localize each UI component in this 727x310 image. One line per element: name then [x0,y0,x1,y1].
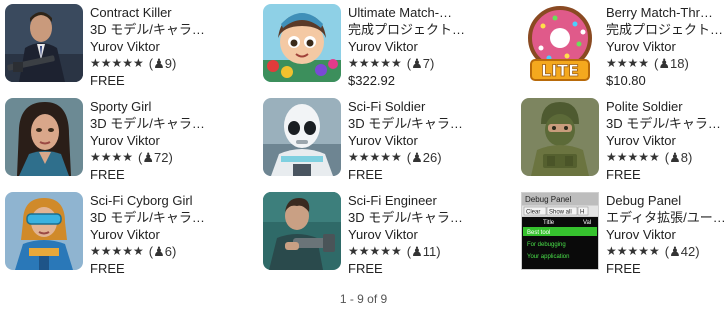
asset-category[interactable]: 3D モデル/キャラ… [90,209,240,226]
asset-author[interactable]: Yurov Viktor [348,132,498,149]
asset-category[interactable]: 完成プロジェクト… [606,21,727,38]
asset-card[interactable]: LITE Berry Match-Thr… 完成プロジェクト… Yurov Vi… [521,4,727,88]
asset-card[interactable]: Sci-Fi Engineer 3D モデル/キャラ… Yurov Viktor… [263,192,503,276]
asset-author[interactable]: Yurov Viktor [606,132,727,149]
asset-author[interactable]: Yurov Viktor [348,226,498,243]
rating-count: (♟7) [406,56,435,71]
debug-tab-clear: Clear [526,210,540,216]
asset-price: FREE [90,261,125,276]
asset-card[interactable]: Sporty Girl 3D モデル/キャラ… Yurov Viktor ★★★… [5,98,245,182]
rating-count: (♟42) [664,244,700,259]
rating: ★★★★★ (♟11) [348,243,498,260]
asset-category[interactable]: 3D モデル/キャラ… [606,115,727,132]
asset-author[interactable]: Yurov Viktor [90,226,240,243]
sci-fi-cyborg-girl-thumbnail[interactable] [5,192,83,270]
rating: ★★★★★ (♟9) [90,55,240,72]
debug-tab-h: H [580,210,584,216]
rating-stars: ★★★★★ [606,150,660,164]
asset-title[interactable]: Sci-Fi Engineer [348,192,498,209]
asset-card[interactable]: Contract Killer 3D モデル/キャラ… Yurov Viktor… [5,4,245,88]
rating-stars: ★★★★★ [90,244,144,258]
asset-title[interactable]: Berry Match-Thr… [606,4,727,21]
asset-price: FREE [90,167,125,182]
rating-count: (♟9) [148,56,177,71]
asset-category[interactable]: 3D モデル/キャラ… [90,21,240,38]
polite-soldier-thumbnail[interactable] [521,98,599,176]
lite-label: LITE [541,61,579,80]
asset-title[interactable]: Polite Soldier [606,98,727,115]
rating-count: (♟8) [664,150,693,165]
asset-title[interactable]: Debug Panel [606,192,727,209]
debug-tab-show-all: Show all [549,210,572,216]
rating-count: (♟72) [138,150,173,165]
asset-price: FREE [606,167,641,182]
asset-grid: Contract Killer 3D モデル/キャラ… Yurov Viktor… [0,0,727,280]
rating-count: (♟6) [148,244,177,259]
debug-col-val: Val [583,220,591,226]
rating-stars: ★★★★ [606,56,650,70]
rating: ★★★★★ (♟42) [606,243,727,260]
contract-killer-thumbnail[interactable] [5,4,83,82]
rating-count: (♟18) [654,56,689,71]
ultimate-match-thumbnail[interactable] [263,4,341,82]
asset-price: FREE [606,261,641,276]
asset-category[interactable]: 完成プロジェクト… [348,21,498,38]
rating-stars: ★★★★★ [348,150,402,164]
sporty-girl-thumbnail[interactable] [5,98,83,176]
asset-author[interactable]: Yurov Viktor [90,38,240,55]
asset-card[interactable]: Debug Panel Clear Show all H Title Val B… [521,192,727,276]
asset-title[interactable]: Sporty Girl [90,98,240,115]
asset-title[interactable]: Contract Killer [90,4,240,21]
asset-title[interactable]: Sci-Fi Soldier [348,98,498,115]
rating-stars: ★★★★★ [606,244,660,258]
asset-price: FREE [348,261,383,276]
debug-row-3: Your application [527,254,569,260]
asset-price: $10.80 [606,73,646,88]
asset-card[interactable]: Sci-Fi Cyborg Girl 3D モデル/キャラ… Yurov Vik… [5,192,245,276]
rating-stars: ★★★★ [90,150,134,164]
rating: ★★★★ (♟72) [90,149,240,166]
asset-card[interactable]: Sci-Fi Soldier 3D モデル/キャラ… Yurov Viktor … [263,98,503,182]
asset-price: FREE [90,73,125,88]
asset-author[interactable]: Yurov Viktor [606,226,727,243]
asset-card[interactable]: Ultimate Match-… 完成プロジェクト… Yurov Viktor … [263,4,503,88]
rating-stars: ★★★★★ [348,244,402,258]
rating-stars: ★★★★★ [348,56,402,70]
rating-count: (♟11) [406,244,441,259]
asset-card[interactable]: Polite Soldier 3D モデル/キャラ… Yurov Viktor … [521,98,727,182]
debug-row-2: For debugging [527,242,566,248]
rating: ★★★★★ (♟8) [606,149,727,166]
debug-panel-header: Debug Panel [525,195,571,204]
pagination-summary: 1 - 9 of 9 [339,292,388,306]
asset-author[interactable]: Yurov Viktor [348,38,498,55]
asset-category[interactable]: 3D モデル/キャラ… [348,115,498,132]
berry-match-lite-thumbnail[interactable]: LITE [521,4,599,82]
rating-stars: ★★★★★ [90,56,144,70]
asset-author[interactable]: Yurov Viktor [606,38,727,55]
asset-price: FREE [348,167,383,182]
asset-title[interactable]: Sci-Fi Cyborg Girl [90,192,240,209]
sci-fi-soldier-thumbnail[interactable] [263,98,341,176]
asset-category[interactable]: エディタ拡張/ユー… [606,209,727,226]
rating: ★★★★★ (♟26) [348,149,498,166]
asset-author[interactable]: Yurov Viktor [90,132,240,149]
rating: ★★★★★ (♟7) [348,55,498,72]
asset-title[interactable]: Ultimate Match-… [348,4,498,21]
asset-price: $322.92 [348,73,395,88]
rating: ★★★★★ (♟6) [90,243,240,260]
debug-panel-thumbnail[interactable]: Debug Panel Clear Show all H Title Val B… [521,192,599,270]
asset-category[interactable]: 3D モデル/キャラ… [348,209,498,226]
debug-col-title: Title [543,220,555,226]
asset-category[interactable]: 3D モデル/キャラ… [90,115,240,132]
debug-row-1: Best tool [527,230,550,236]
sci-fi-engineer-thumbnail[interactable] [263,192,341,270]
rating: ★★★★ (♟18) [606,55,727,72]
rating-count: (♟26) [406,150,442,165]
